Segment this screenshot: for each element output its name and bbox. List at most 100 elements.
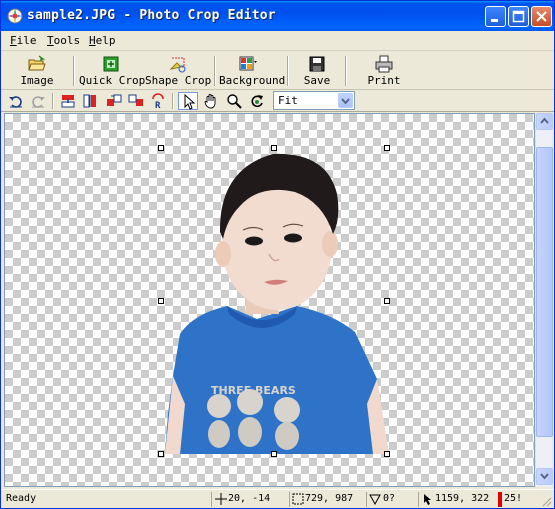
hand-tool-button[interactable] xyxy=(201,92,221,110)
print-icon xyxy=(375,55,393,73)
refresh-button[interactable] xyxy=(247,92,267,110)
menu-help-label: elp xyxy=(95,34,116,47)
save-label: Save xyxy=(303,74,331,87)
pointer-tool-button[interactable] xyxy=(178,92,198,110)
magnifier-icon xyxy=(227,94,242,109)
angle-icon xyxy=(369,494,381,505)
status-ready: Ready xyxy=(6,493,37,504)
minimize-button[interactable] xyxy=(485,6,506,27)
status-separator xyxy=(366,492,367,507)
status-size: 729, 987 xyxy=(305,493,354,504)
window-title: sample2.JPG - Photo Crop Editor xyxy=(27,8,276,23)
left-ear xyxy=(215,241,231,267)
cursor-icon xyxy=(424,494,431,505)
resize-grip-icon[interactable] xyxy=(540,495,552,507)
shape-crop-button[interactable]: Shape Crop xyxy=(145,54,211,88)
open-image-icon xyxy=(28,55,46,71)
title-bar[interactable]: sample2.JPG - Photo Crop Editor xyxy=(1,1,554,31)
flip-horizontal-button[interactable] xyxy=(58,92,78,110)
move-right-button[interactable] xyxy=(126,92,146,110)
quick-crop-icon xyxy=(103,56,119,72)
scroll-up-button[interactable] xyxy=(536,113,553,130)
zoom-dropdown-button[interactable] xyxy=(338,93,353,108)
toolbar-separator xyxy=(172,93,174,109)
main-toolbar: Image Quick Crop Shape Crop Background S… xyxy=(1,52,554,90)
status-bar: Ready 20, -14 729, 987 0? 1159, 322 25! xyxy=(1,489,554,508)
close-icon xyxy=(536,11,547,22)
right-eye xyxy=(284,233,302,243)
crop-handle-middle-left[interactable] xyxy=(158,298,164,304)
app-icon xyxy=(7,8,23,24)
left-eye xyxy=(245,236,263,246)
background-button[interactable]: Background xyxy=(219,54,286,88)
menu-file-hotkey: F xyxy=(10,34,17,47)
pointer-icon xyxy=(184,94,196,110)
shape-crop-label: Shape Crop xyxy=(145,74,212,87)
toolbar-separator xyxy=(73,56,75,86)
dropdown-arrow-icon xyxy=(341,98,350,105)
print-label: Print xyxy=(367,74,401,87)
undo-button[interactable] xyxy=(6,92,26,110)
status-separator xyxy=(289,492,290,507)
photo[interactable]: THREE BEARS xyxy=(5,114,535,487)
move-left-icon xyxy=(107,94,122,106)
status-cursor: 1159, 322 xyxy=(435,493,490,504)
menu-help-hotkey: H xyxy=(89,34,96,47)
image-canvas[interactable]: THREE BEARS xyxy=(4,113,535,487)
crop-handle-middle-right[interactable] xyxy=(384,298,390,304)
move-right-icon xyxy=(128,94,143,106)
save-button[interactable]: Save xyxy=(297,54,337,88)
redo-button[interactable] xyxy=(28,92,48,110)
crop-handle-top-left[interactable] xyxy=(158,145,164,151)
app-window: sample2.JPG - Photo Crop Editor File Too… xyxy=(0,0,555,509)
svg-text:R: R xyxy=(155,101,161,109)
chevron-down-icon xyxy=(540,473,549,480)
reset-button[interactable]: R xyxy=(148,92,168,110)
shape-crop-icon xyxy=(169,57,186,73)
toolbar-separator xyxy=(214,56,216,86)
crop-handle-bottom-center[interactable] xyxy=(271,451,277,457)
status-separator xyxy=(418,492,419,507)
status-separator xyxy=(211,492,212,507)
menu-file[interactable]: File xyxy=(10,34,37,47)
vertical-scrollbar[interactable] xyxy=(535,113,553,487)
move-left-button[interactable] xyxy=(104,92,124,110)
hand-icon xyxy=(204,94,216,109)
zoom-select[interactable]: Fit xyxy=(273,91,355,110)
toolbar-separator xyxy=(345,56,347,86)
flip-vertical-button[interactable] xyxy=(80,92,100,110)
flip-horizontal-icon xyxy=(61,95,75,108)
image-button[interactable]: Image xyxy=(13,54,61,88)
status-extra: 25! xyxy=(504,493,523,504)
toolbar-separator xyxy=(52,93,54,109)
zoom-tool-button[interactable] xyxy=(224,92,244,110)
save-icon xyxy=(309,56,325,72)
scroll-down-button[interactable] xyxy=(536,468,553,485)
crop-handle-top-right[interactable] xyxy=(384,145,390,151)
menu-tools[interactable]: Tools xyxy=(47,34,80,47)
minimize-icon xyxy=(491,19,498,22)
maximize-button[interactable] xyxy=(508,6,529,27)
bear-3 xyxy=(274,397,300,423)
crop-handle-bottom-left[interactable] xyxy=(158,451,164,457)
menu-help[interactable]: Help xyxy=(89,34,116,47)
menu-tools-hotkey: T xyxy=(47,34,54,47)
background-label: Background xyxy=(219,74,286,87)
background-icon xyxy=(239,56,257,71)
flip-vertical-icon xyxy=(83,94,96,108)
menu-tools-label: ools xyxy=(53,34,81,47)
close-button[interactable] xyxy=(531,6,552,27)
tools-toolbar: R Fit xyxy=(1,90,554,112)
quick-crop-button[interactable]: Quick Crop xyxy=(79,54,145,88)
zoom-value: Fit xyxy=(278,94,298,107)
right-ear xyxy=(322,231,338,257)
print-button[interactable]: Print xyxy=(363,54,405,88)
status-color-swatch xyxy=(498,492,502,507)
status-position: 20, -14 xyxy=(228,493,271,504)
crop-handle-bottom-right[interactable] xyxy=(384,451,390,457)
crop-handle-top-center[interactable] xyxy=(271,145,277,151)
rotate-left-icon xyxy=(9,96,22,108)
scroll-thumb[interactable] xyxy=(536,147,553,437)
size-icon xyxy=(292,493,304,505)
crosshair-icon xyxy=(215,493,227,505)
